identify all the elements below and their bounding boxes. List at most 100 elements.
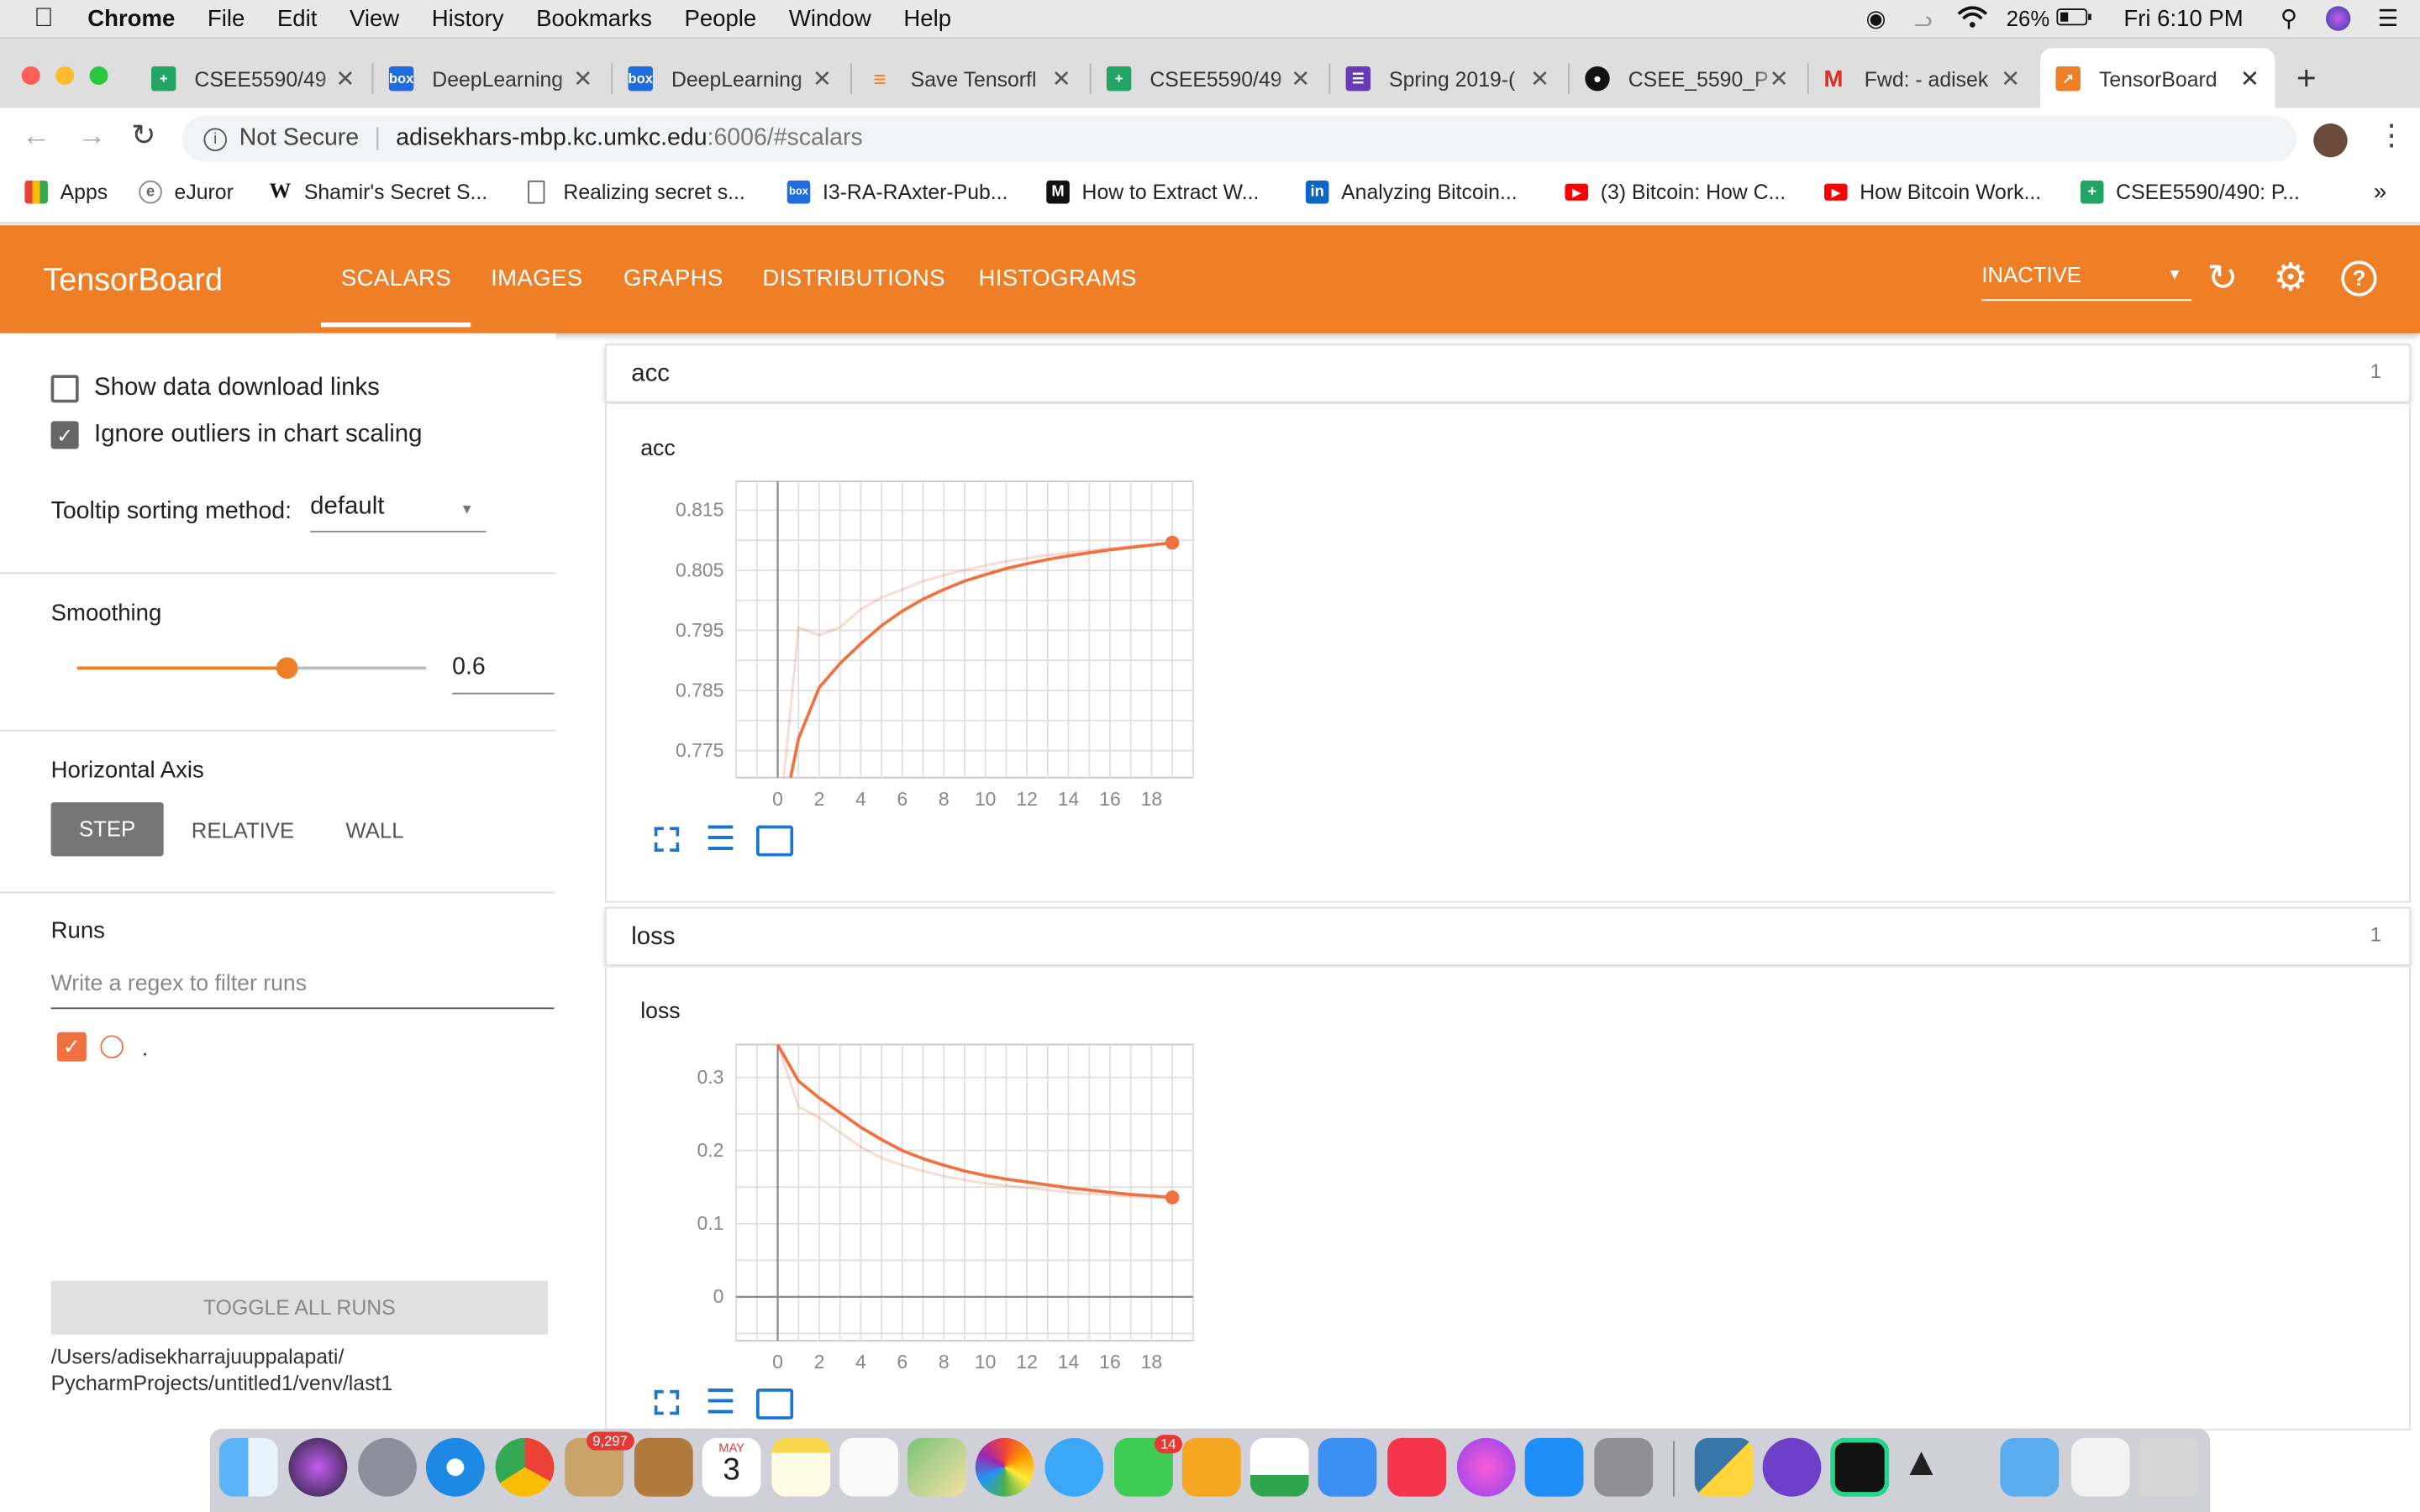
status-dropdown[interactable]: INACTIVE ▼ (1981, 262, 2192, 302)
bookmark-item[interactable]: e eJuror (139, 180, 234, 204)
siri-icon[interactable] (2325, 6, 2350, 31)
browser-tab[interactable]: ● CSEE_5590_P ✕ (1573, 48, 1805, 109)
data-table-icon[interactable]: ☰ (705, 1384, 735, 1418)
rocket-icon[interactable]: ▲ (1902, 1438, 1960, 1497)
fullscreen-icon[interactable] (654, 827, 680, 852)
haxis-wall-button[interactable]: WALL (345, 817, 403, 842)
menu-edit[interactable]: Edit (277, 5, 317, 31)
run-checkbox-checked[interactable]: ✓ (56, 1032, 87, 1062)
chrome-icon[interactable] (495, 1437, 555, 1497)
bookmark-item[interactable]: + CSEE5590/490: P... (2080, 180, 2300, 204)
browser-tab[interactable]: ≡ Save Tensorfl ✕ (855, 48, 1087, 109)
menubar-clock[interactable]: Fri 6:10 PM (2123, 5, 2243, 31)
menu-app-name[interactable]: Chrome (87, 5, 175, 31)
wifi-icon[interactable] (1957, 5, 1988, 31)
fit-domain-icon[interactable] (756, 1389, 794, 1420)
tooltip-sorting-select[interactable]: default ▼ (310, 494, 487, 533)
messages-icon[interactable] (1044, 1437, 1104, 1497)
browser-tab[interactable]: box DeepLearning ✕ (616, 48, 848, 109)
bookmark-item[interactable]: Realizing secret s... (528, 180, 745, 204)
safari-icon[interactable] (425, 1437, 485, 1497)
close-icon[interactable]: ✕ (2001, 65, 2020, 92)
more-menu-icon[interactable]: ⋮ (2377, 118, 2407, 154)
ignore-outliers-checkbox[interactable]: ✓ Ignore outliers in chart scaling (50, 421, 423, 449)
bookmark-item[interactable]: ▶ (3) Bitcoin: How C... (1565, 181, 1786, 203)
menu-window[interactable]: Window (789, 5, 871, 31)
pages-icon[interactable] (1181, 1437, 1241, 1497)
bookmark-item[interactable]: box I3-RA-RAxter-Pub... (786, 180, 1007, 204)
run-radio[interactable] (100, 1035, 124, 1059)
browser-tab[interactable]: + CSEE5590/49 ✕ (1094, 48, 1326, 109)
menu-file[interactable]: File (208, 5, 245, 31)
bookmark-item[interactable]: in Analyzing Bitcoin... (1305, 180, 1518, 204)
browser-tab[interactable]: box DeepLearning ✕ (376, 48, 608, 109)
menu-bookmarks[interactable]: Bookmarks (536, 5, 652, 31)
menu-people[interactable]: People (684, 5, 756, 31)
menu-help[interactable]: Help (903, 5, 951, 31)
toggle-all-runs-button[interactable]: TOGGLE ALL RUNS (50, 1280, 549, 1335)
smoothing-input[interactable]: 0.6 (452, 654, 555, 695)
data-table-icon[interactable]: ☰ (705, 822, 735, 855)
browser-tab-active[interactable]: ↗ TensorBoard ✕ (2040, 47, 2275, 110)
numbers-icon[interactable] (1249, 1437, 1309, 1497)
scalar-group-header[interactable]: acc 1 (605, 344, 2411, 403)
maps-icon[interactable] (908, 1437, 966, 1497)
news-icon[interactable] (1387, 1437, 1447, 1497)
reminders-icon[interactable] (839, 1437, 898, 1497)
bluetooth-icon[interactable]: ᓗ (1914, 5, 1933, 31)
calendar-icon[interactable]: MAY 3 (702, 1437, 761, 1497)
browser-tab[interactable]: + CSEE5590/49 ✕ (139, 48, 371, 109)
pycharm-icon[interactable] (1830, 1437, 1890, 1497)
settings-gear-icon[interactable]: ⚙ (2274, 255, 2308, 301)
screen-record-icon[interactable]: ◉ (1866, 5, 1886, 32)
tab-images[interactable]: IMAGES (491, 265, 582, 291)
close-icon[interactable]: ✕ (1291, 65, 1310, 92)
trash-icon[interactable] (2139, 1437, 2198, 1497)
fullscreen-icon[interactable] (654, 1389, 680, 1415)
checkbox-box[interactable] (50, 375, 79, 403)
siri-dock-icon[interactable] (288, 1437, 348, 1497)
bookmark-item[interactable]: W Shamir's Secret S... (269, 180, 488, 203)
keynote-icon[interactable] (1318, 1437, 1377, 1497)
close-icon[interactable]: ✕ (1770, 65, 1789, 92)
close-icon[interactable]: ✕ (2240, 65, 2260, 92)
help-icon[interactable]: ? (2341, 260, 2377, 297)
bookmark-apps[interactable]: Apps (24, 180, 108, 204)
menu-view[interactable]: View (350, 5, 399, 31)
system-preferences-icon[interactable] (1594, 1437, 1654, 1497)
apple-icon[interactable]:  (34, 3, 53, 34)
menu-history[interactable]: History (432, 5, 504, 31)
address-bar[interactable]: i Not Secure | adisekhars-mbp.kc.umkc.ed… (182, 115, 2297, 162)
python-icon[interactable] (1694, 1437, 1754, 1497)
loss-chart[interactable]: 0 0.1 0.2 0.3 0 2 4 6 8 10 12 14 16 18 (640, 1032, 1212, 1387)
acc-chart[interactable]: 0.775 0.785 0.795 0.805 0.815 0 2 4 6 8 10 12 14 16 18 (640, 469, 1212, 823)
browser-tab[interactable]: ☰ Spring 2019-( ✕ (1334, 48, 1565, 109)
new-tab-button[interactable]: + (2296, 59, 2317, 99)
app-store-icon[interactable] (1524, 1437, 1584, 1497)
back-icon[interactable]: ← (22, 120, 51, 154)
close-icon[interactable]: ✕ (573, 65, 592, 92)
profile-avatar[interactable] (2313, 123, 2348, 158)
itunes-icon[interactable] (1456, 1437, 1516, 1497)
tab-histograms[interactable]: HISTOGRAMS (978, 265, 1136, 291)
documents-stack-icon[interactable] (2070, 1437, 2130, 1497)
run-row[interactable]: ✓ . (56, 1032, 148, 1062)
notes-icon[interactable] (771, 1437, 831, 1497)
tab-scalars[interactable]: SCALARS (321, 265, 472, 328)
scalar-group-header[interactable]: loss 1 (605, 907, 2411, 966)
tab-graphs[interactable]: GRAPHS (623, 265, 723, 291)
slider-handle[interactable] (276, 657, 297, 680)
haxis-step-button[interactable]: STEP (50, 802, 164, 857)
photos-icon[interactable] (975, 1437, 1034, 1497)
contacts-icon[interactable] (634, 1437, 693, 1497)
bookmark-item[interactable]: ▶ How Bitcoin Work... (1824, 181, 2041, 203)
finder-icon[interactable] (218, 1437, 278, 1497)
forward-icon[interactable]: → (77, 120, 107, 154)
window-zoom-button[interactable] (89, 66, 108, 86)
checkbox-box-checked[interactable]: ✓ (50, 421, 79, 449)
battery-icon[interactable] (2056, 6, 2093, 30)
notification-center-icon[interactable]: ☰ (2378, 5, 2399, 32)
haxis-relative-button[interactable]: RELATIVE (192, 817, 294, 842)
fit-domain-icon[interactable] (756, 825, 794, 857)
battery-percent[interactable]: 26% (2007, 6, 2049, 30)
